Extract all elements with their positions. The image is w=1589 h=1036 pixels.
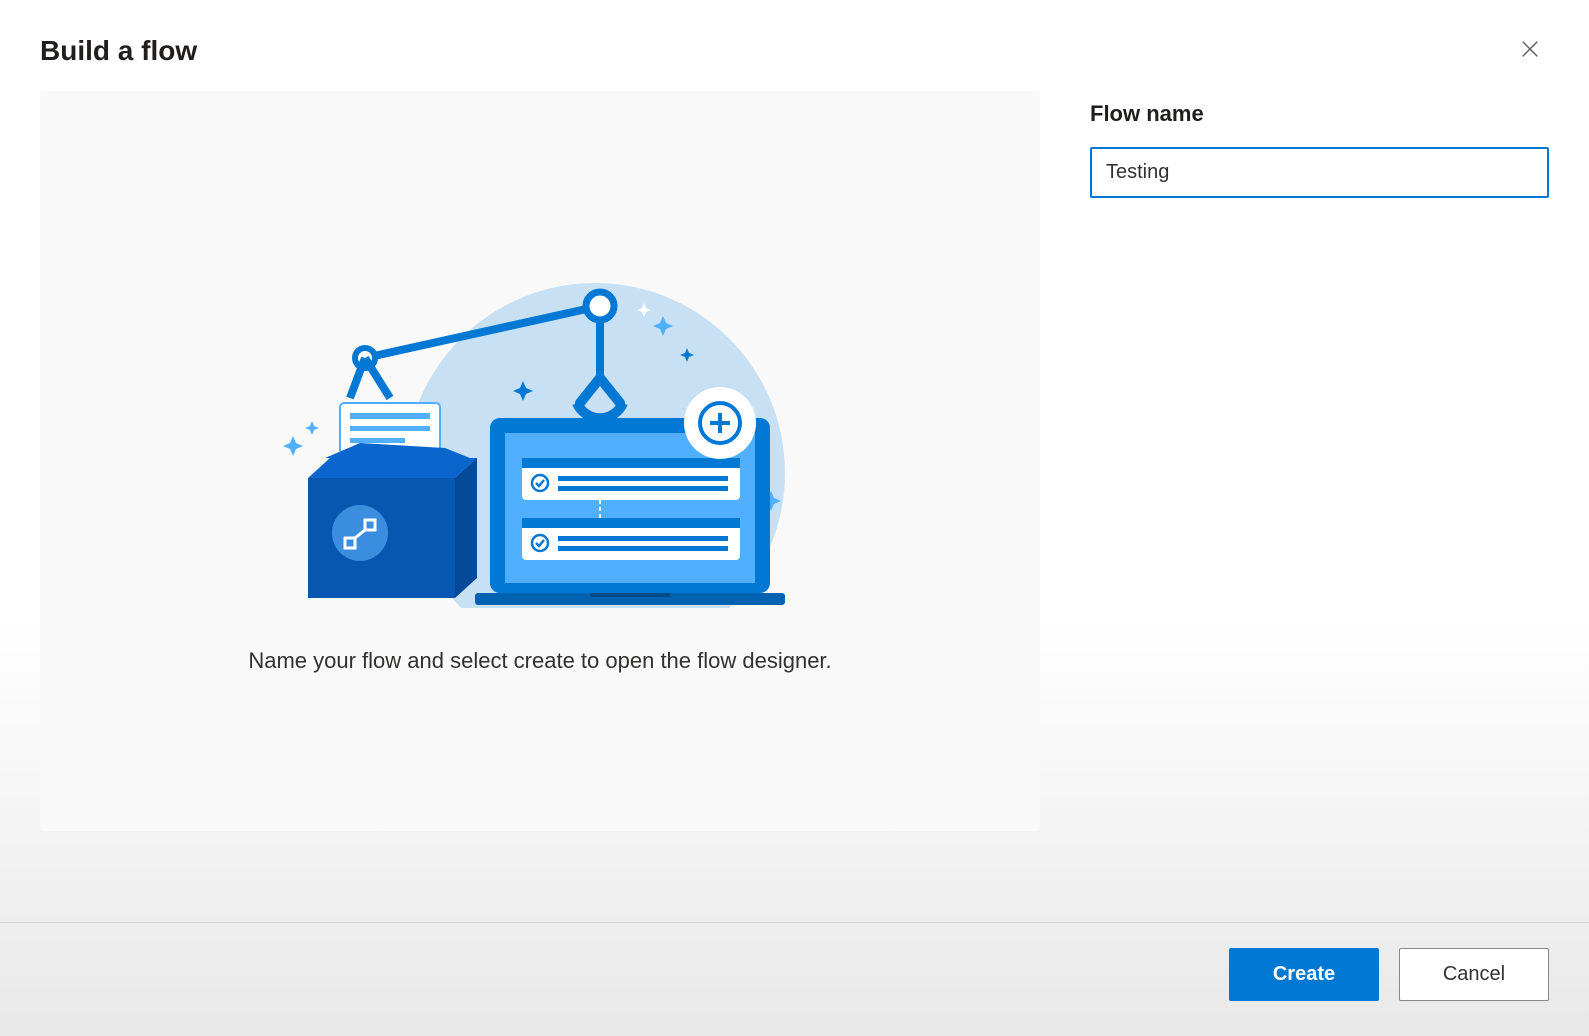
cancel-button[interactable]: Cancel — [1399, 948, 1549, 1001]
close-icon — [1519, 38, 1541, 63]
dialog-content: Name your flow and select create to open… — [0, 91, 1589, 1036]
dialog-header: Build a flow — [0, 0, 1589, 91]
flow-name-label: Flow name — [1090, 101, 1549, 127]
flow-name-input[interactable] — [1090, 147, 1549, 198]
dialog-footer: Create Cancel — [0, 922, 1589, 1036]
instruction-text: Name your flow and select create to open… — [248, 648, 831, 674]
create-button[interactable]: Create — [1229, 948, 1379, 1001]
build-flow-dialog: Build a flow — [0, 0, 1589, 1036]
form-panel: Flow name — [1090, 91, 1549, 1036]
flow-builder-illustration — [260, 248, 820, 608]
close-button[interactable] — [1511, 30, 1549, 71]
illustration-panel: Name your flow and select create to open… — [40, 91, 1040, 831]
dialog-title: Build a flow — [40, 35, 197, 67]
